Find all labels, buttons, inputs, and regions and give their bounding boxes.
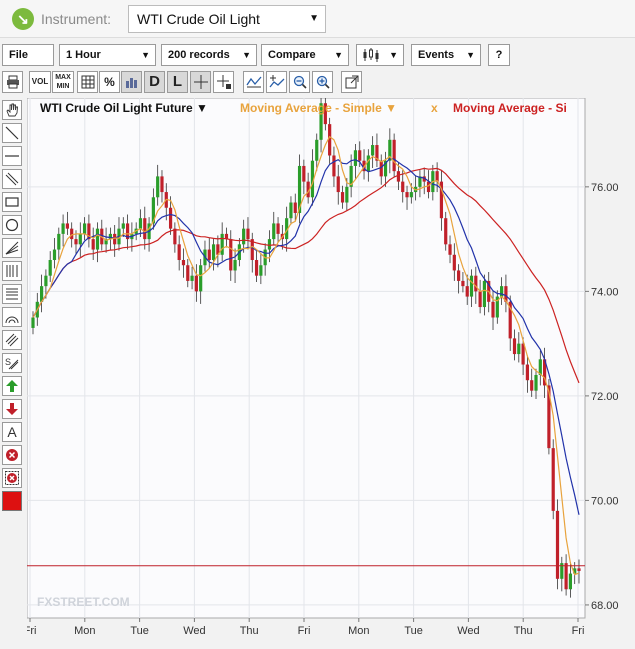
chevron-down-icon: ▼: [334, 50, 343, 60]
drawing-tools-sidebar: S A: [0, 98, 24, 646]
parallel-lines-icon[interactable]: [2, 169, 22, 189]
help-button[interactable]: ?: [488, 44, 510, 66]
l-label: L: [172, 73, 183, 90]
candle: [392, 133, 396, 178]
x-tick-label: Fri: [27, 625, 36, 637]
print-icon[interactable]: [2, 71, 23, 93]
zoom-out-icon[interactable]: [289, 71, 310, 93]
zoom-in-icon[interactable]: [312, 71, 333, 93]
chevron-down-icon: ▼: [389, 50, 398, 60]
color-icon[interactable]: [2, 491, 22, 511]
add-study-icon[interactable]: [266, 71, 287, 93]
records-select[interactable]: 200 records ▼: [161, 44, 257, 66]
chart-type-select[interactable]: ▼: [356, 44, 404, 66]
arrow-down-right-icon[interactable]: ↘: [12, 8, 34, 30]
indicator-ma-2[interactable]: Moving Average - Si: [453, 101, 567, 115]
delete-icon[interactable]: [2, 445, 22, 465]
popout-icon[interactable]: [341, 71, 362, 93]
chevron-down-icon: ▼: [141, 50, 150, 60]
top-bar: ↘ Instrument: WTI Crude Oil Light ▼: [0, 0, 635, 38]
horizontal-line-icon[interactable]: [2, 146, 22, 166]
y-tick-label: 72.00: [591, 391, 619, 403]
d-button[interactable]: D: [144, 71, 165, 93]
studies-icon[interactable]: [243, 71, 264, 93]
main-toolbar: File 1 Hour ▼ 200 records ▼ Compare ▼ ▼ Eve…: [0, 44, 635, 68]
timeframe-label: 1 Hour: [66, 49, 101, 61]
percent-button[interactable]: %: [99, 71, 120, 93]
x-tick-label: Mon: [348, 625, 369, 637]
x-tick-label: Fri: [572, 625, 585, 637]
arc-icon[interactable]: [2, 307, 22, 327]
tools-toolbar: VOL MAX MIN % D L: [0, 71, 635, 95]
chevron-down-icon: ▼: [466, 50, 475, 60]
compare-select[interactable]: Compare ▼: [261, 44, 349, 66]
bar-chart-icon[interactable]: [121, 71, 142, 93]
help-label: ?: [495, 49, 503, 61]
records-label: 200 records: [168, 49, 230, 61]
chevron-down-icon: ▼: [309, 13, 319, 24]
timeframe-select[interactable]: 1 Hour ▼: [59, 44, 156, 66]
events-select[interactable]: Events ▼: [411, 44, 481, 66]
x-tick-label: Thu: [514, 625, 533, 637]
y-tick-label: 76.00: [591, 182, 619, 194]
candle: [555, 499, 560, 590]
candle: [551, 439, 555, 520]
l-button[interactable]: L: [167, 71, 188, 93]
hand-icon[interactable]: [2, 100, 22, 120]
instrument-label: Instrument:: [41, 11, 112, 27]
y-tick-label: 74.00: [591, 286, 619, 298]
volume-label: VOL: [31, 77, 49, 86]
y-tick-label: 68.00: [591, 600, 619, 612]
candlestick-icon: [363, 48, 379, 62]
chevron-down-icon: ▼: [242, 50, 251, 60]
text-icon[interactable]: A: [2, 422, 22, 442]
instrument-value: WTI Crude Oil Light: [137, 11, 260, 27]
x-tick-label: Tue: [404, 625, 423, 637]
line-icon[interactable]: [2, 123, 22, 143]
remove-indicator-1[interactable]: x: [431, 101, 438, 115]
compare-label: Compare: [268, 49, 316, 61]
crosshair-icon[interactable]: [190, 71, 211, 93]
chart-area: FXSTREET.COM 76.00 74.00 72.00 70.00 68.00 F…: [24, 91, 635, 646]
file-label: File: [9, 49, 28, 61]
y-tick-label: 70.00: [591, 495, 619, 507]
indicator-ma-1[interactable]: Moving Average - Simple ▼: [240, 101, 397, 115]
delete-all-icon[interactable]: [2, 468, 22, 488]
fan-icon[interactable]: [2, 238, 22, 258]
grid-icon[interactable]: [77, 71, 98, 93]
y-axis: 76.00 74.00 72.00 70.00 68.00: [585, 182, 619, 612]
d-label: D: [149, 73, 160, 90]
x-tick-label: Tue: [130, 625, 149, 637]
chart-title[interactable]: WTI Crude Oil Light Future ▼: [40, 101, 208, 115]
x-tick-label: Wed: [457, 625, 479, 637]
x-tick-label: Fri: [298, 625, 311, 637]
volume-button[interactable]: VOL: [29, 71, 51, 93]
crosshair-label-icon[interactable]: [213, 71, 234, 93]
instrument-select[interactable]: WTI Crude Oil Light ▼: [128, 5, 326, 33]
x-tick-label: Thu: [240, 625, 259, 637]
percent-label: %: [104, 75, 115, 89]
arrow-up-icon[interactable]: [2, 376, 22, 396]
channel-icon[interactable]: [2, 330, 22, 350]
rectangle-icon[interactable]: [2, 192, 22, 212]
min-label: MIN: [56, 83, 70, 90]
max-label: MAX: [55, 74, 71, 81]
arrow-down-icon[interactable]: [2, 399, 22, 419]
x-tick-label: Wed: [183, 625, 205, 637]
price-chart[interactable]: FXSTREET.COM 76.00 74.00 72.00 70.00 68.00 F…: [24, 91, 635, 646]
x-tick-label: Mon: [74, 625, 95, 637]
plot-background: [26, 97, 586, 619]
watermark: FXSTREET.COM: [37, 595, 130, 609]
fibonacci-levels-icon[interactable]: [2, 284, 22, 304]
regression-icon[interactable]: S: [2, 353, 22, 373]
events-label: Events: [418, 49, 455, 61]
file-menu[interactable]: File: [2, 44, 54, 66]
svg-text:S: S: [5, 357, 11, 367]
x-axis: Fri Mon Tue Wed Thu Fri Mon Tue Wed Thu Fri: [24, 618, 585, 637]
circle-icon[interactable]: [2, 215, 22, 235]
fibonacci-icon[interactable]: [2, 261, 22, 281]
maxmin-button[interactable]: MAX MIN: [52, 71, 74, 93]
